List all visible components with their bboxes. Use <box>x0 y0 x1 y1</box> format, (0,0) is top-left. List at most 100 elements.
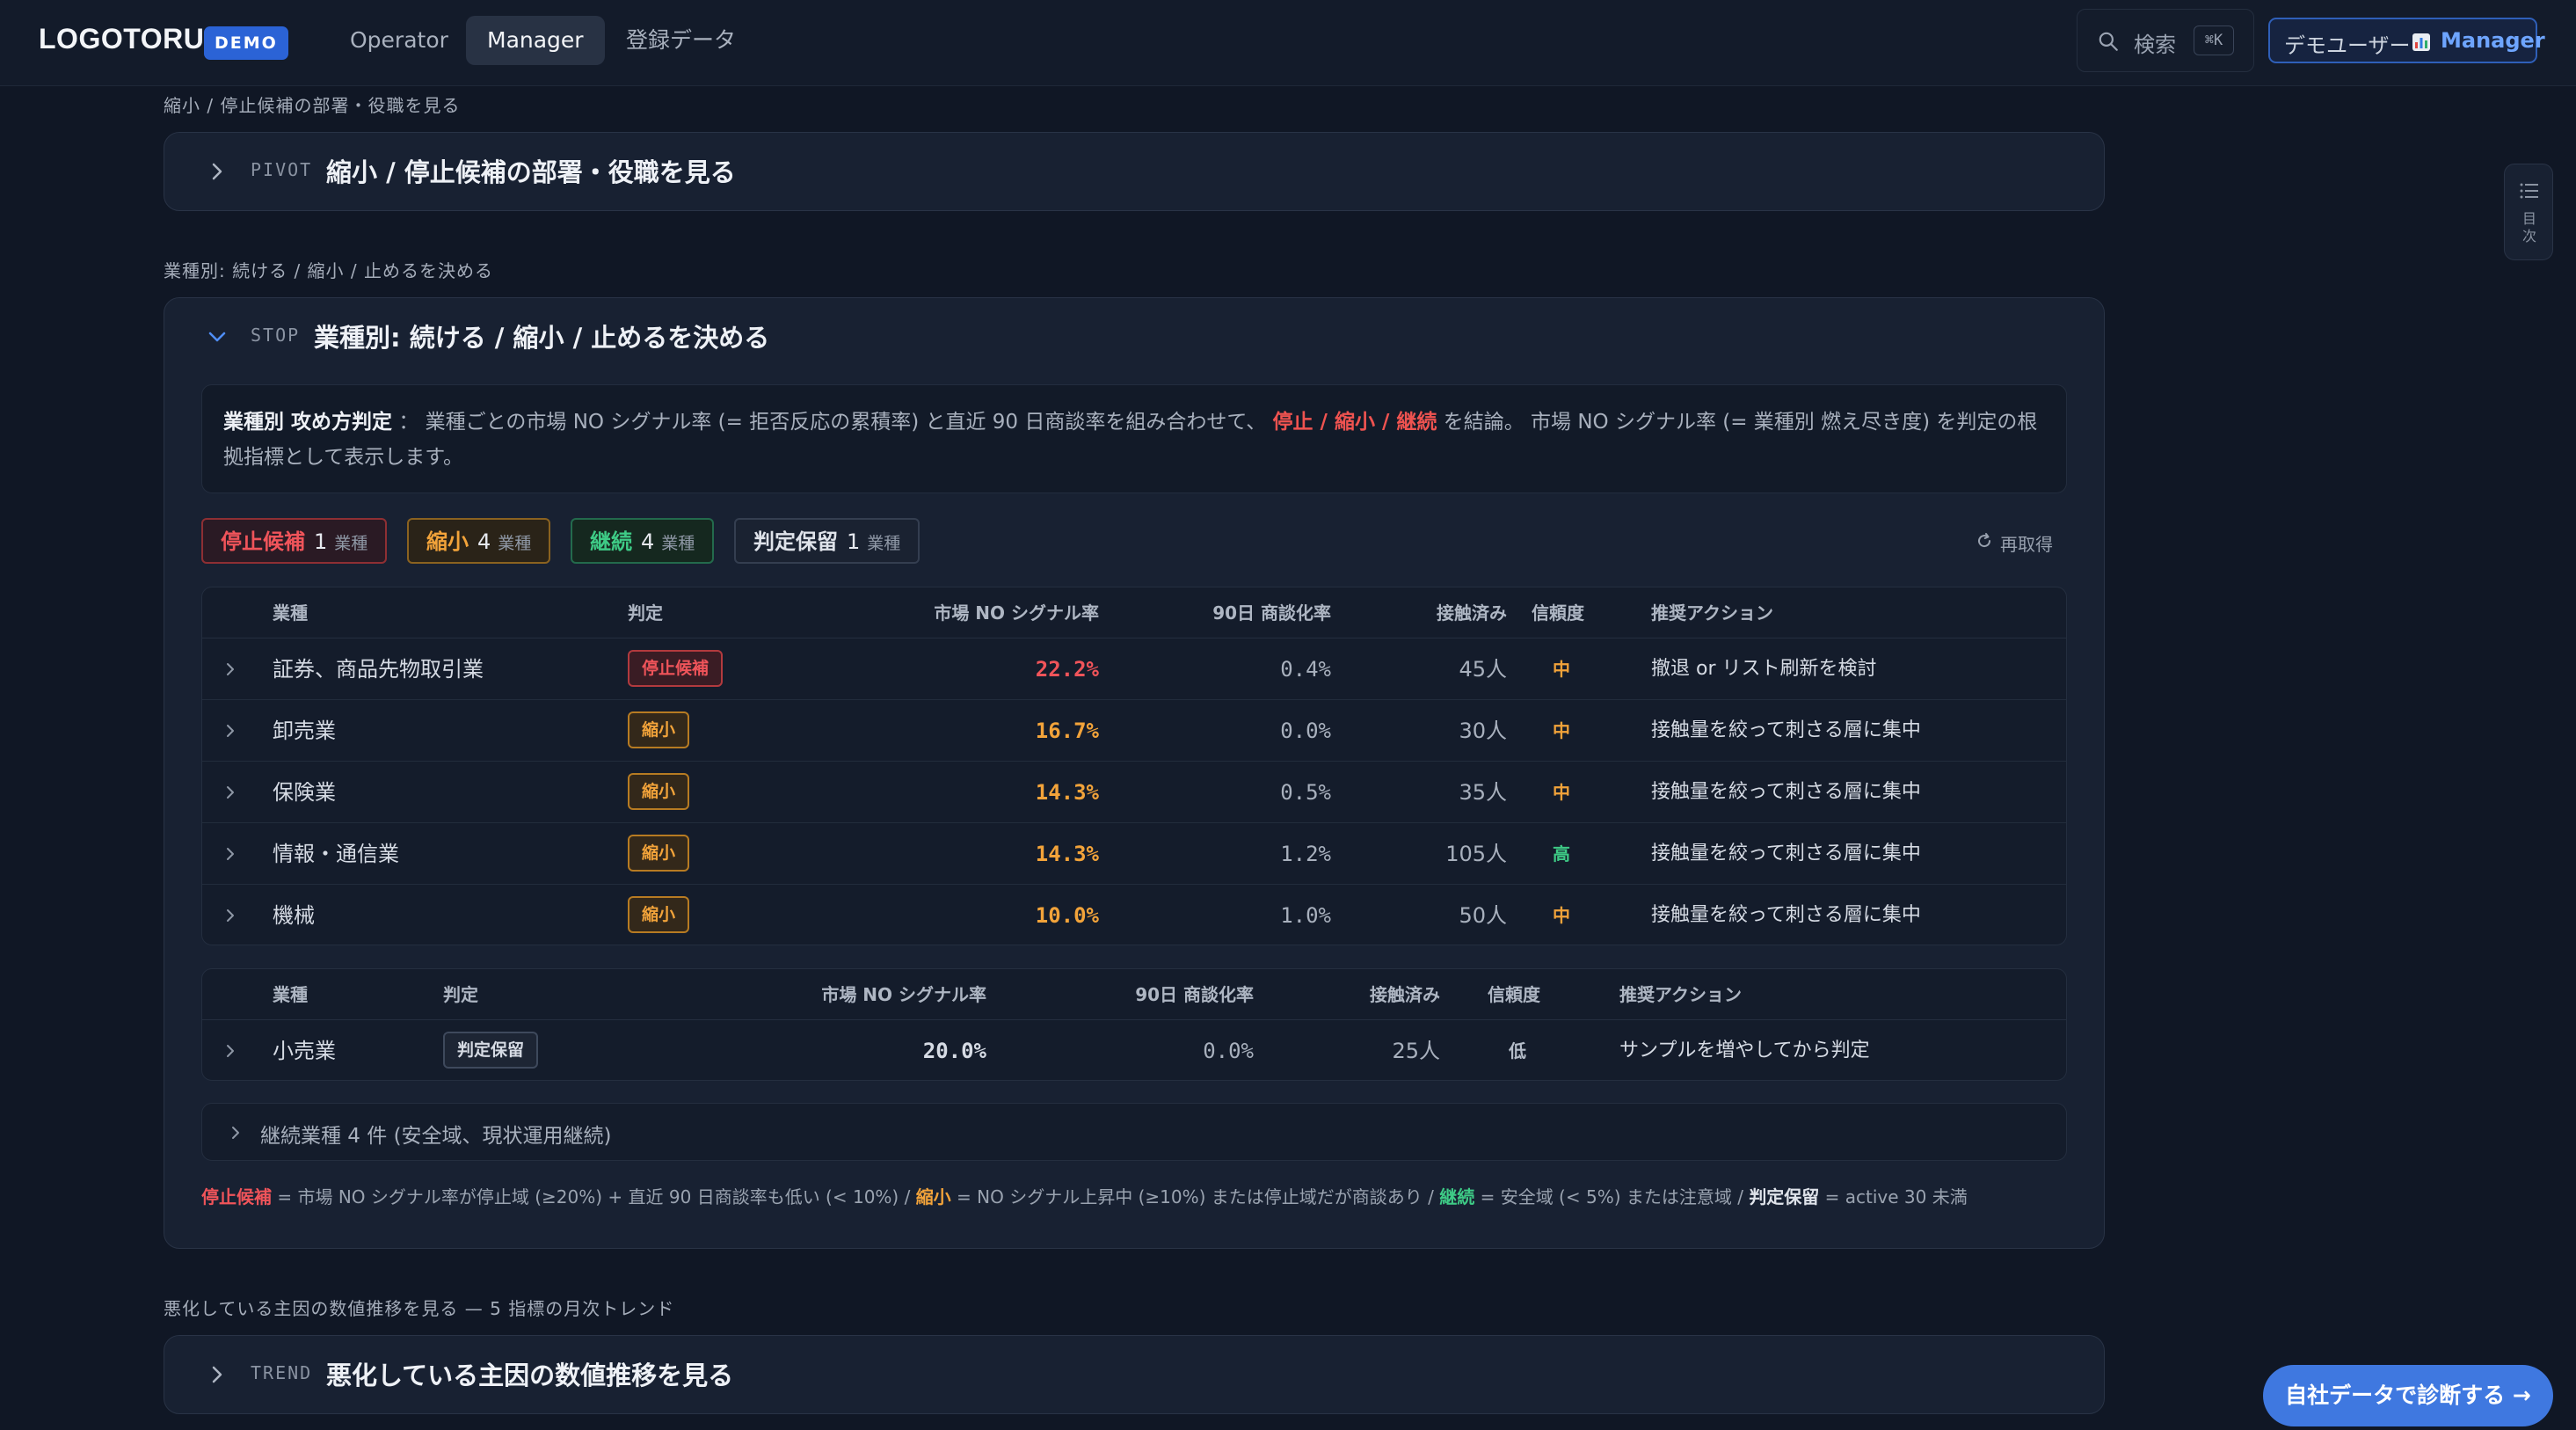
contacted: 30人 <box>1459 719 1507 743</box>
col-deal-rate[interactable]: 90日 商談化率 <box>1078 969 1254 1020</box>
chip-stop[interactable]: 停止候補 1 業種 <box>201 518 388 564</box>
deal-rate: 0.4% <box>1280 657 1331 682</box>
continue-industries-toggle[interactable]: 継続業種 4 件 (安全域、現状運用継続) <box>201 1103 2067 1161</box>
chevron-down-icon <box>208 332 226 342</box>
contacted: 105人 <box>1445 842 1507 866</box>
nav-operator[interactable]: Operator <box>329 16 469 65</box>
col-industry[interactable]: 業種 <box>273 969 308 1020</box>
continue-industries-label: 継続業種 4 件 (安全域、現状運用継続) <box>260 1125 612 1148</box>
refresh-button[interactable]: 再取得 <box>2000 530 2053 556</box>
col-action[interactable]: 推奨アクション <box>1619 969 1742 1020</box>
pivot-card: PIVOT 縮小 / 停止候補の部署・役職を見る <box>164 132 2105 211</box>
user-role: Manager <box>2441 28 2545 53</box>
legend-hold: 判定保留 <box>1749 1186 1820 1207</box>
no-rate: 14.3% <box>1035 842 1099 866</box>
col-action[interactable]: 推奨アクション <box>1651 587 1773 638</box>
table-row[interactable]: 証券、商品先物取引業 停止候補 22.2% 0.4% 45人 中 撤退 or リ… <box>202 638 2066 700</box>
verdict-badge: 縮小 <box>628 711 690 748</box>
col-no-rate[interactable]: 市場 NO シグナル率 <box>835 587 1099 638</box>
col-deal-rate[interactable]: 90日 商談化率 <box>1152 587 1331 638</box>
judgement-info: 業種別 攻め方判定 ： 業種ごとの市場 NO シグナル率 (= 拒否反応の累積率… <box>201 384 2067 493</box>
nav-registered-data[interactable]: 登録データ <box>605 16 757 65</box>
table-row[interactable]: 情報・通信業 縮小 14.3% 1.2% 105人 高 接触量を絞って刺さる層に… <box>202 823 2066 885</box>
top-bar: LOGOTORU DEMO Operator Manager 登録データ 検索 … <box>0 0 2576 86</box>
stop-title: 業種別: 続ける / 縮小 / 止めるを決める <box>314 323 770 353</box>
legend-continue: 継続 <box>1439 1186 1475 1207</box>
deal-rate: 0.5% <box>1280 780 1331 805</box>
confidence: 中 <box>1553 905 1570 926</box>
search-label: 検索 <box>2134 33 2176 57</box>
col-confidence[interactable]: 信頼度 <box>1488 969 1540 1020</box>
industry-table: 業種 判定 市場 NO シグナル率 90日 商談化率 接触済み 信頼度 推奨アク… <box>201 587 2067 945</box>
table-header: 業種 判定 市場 NO シグナル率 90日 商談化率 接触済み 信頼度 推奨アク… <box>202 587 2066 638</box>
recommended-action: 撤退 or リスト刷新を検討 <box>1651 658 1877 680</box>
deal-rate: 0.0% <box>1280 719 1331 743</box>
verdict-badge: 縮小 <box>628 896 690 933</box>
chip-shrink[interactable]: 縮小 4 業種 <box>407 518 551 564</box>
table-of-contents-button[interactable]: 目次 <box>2504 164 2553 260</box>
nav-manager[interactable]: Manager <box>466 16 605 65</box>
chevron-right-icon[interactable] <box>222 907 239 924</box>
col-industry[interactable]: 業種 <box>273 587 308 638</box>
search-shortcut: ⌘K <box>2194 26 2234 55</box>
chevron-right-icon[interactable] <box>222 784 239 801</box>
info-heading: 業種別 攻め方判定 <box>223 411 393 434</box>
trend-section-label: 悪化している主因の数値推移を見る — 5 指標の月次トレンド <box>164 1298 675 1319</box>
chip-hold-label: 判定保留 <box>753 529 838 554</box>
pivot-section-label: 縮小 / 停止候補の部署・役職を見る <box>164 95 461 116</box>
user-menu-button[interactable]: デモユーザー Manager <box>2268 18 2545 63</box>
chevron-right-icon[interactable] <box>222 845 239 863</box>
industry-name: 保険業 <box>273 780 336 805</box>
col-no-rate[interactable]: 市場 NO シグナル率 <box>730 969 986 1020</box>
col-contacted[interactable]: 接触済み <box>1398 587 1507 638</box>
search-button[interactable]: 検索 ⌘K <box>2077 9 2254 72</box>
verdict-legend: 停止候補 = 市場 NO シグナル率が停止域 (≥20%) + 直近 90 日商… <box>201 1183 1968 1208</box>
table-row[interactable]: 卸売業 縮小 16.7% 0.0% 30人 中 接触量を絞って刺さる層に集中 <box>202 700 2066 762</box>
chevron-right-icon[interactable] <box>222 722 239 740</box>
col-verdict[interactable]: 判定 <box>628 587 663 638</box>
col-confidence[interactable]: 信頼度 <box>1532 587 1584 638</box>
refresh-icon[interactable] <box>1976 532 1993 550</box>
stop-card-header[interactable]: STOP 業種別: 続ける / 縮小 / 止めるを決める <box>164 298 2104 374</box>
chevron-right-icon[interactable] <box>222 660 239 678</box>
industry-name: 機械 <box>273 903 315 928</box>
no-rate: 22.2% <box>1035 657 1099 682</box>
stop-section-label: 業種別: 続ける / 縮小 / 止めるを決める <box>164 260 494 281</box>
table-header: 業種 判定 市場 NO シグナル率 90日 商談化率 接触済み 信頼度 推奨アク… <box>202 969 2066 1020</box>
chevron-right-icon <box>212 1366 222 1383</box>
verdict-badge: 縮小 <box>628 773 690 810</box>
logo[interactable]: LOGOTORU <box>39 23 204 55</box>
recommended-action: 接触量を絞って刺さる層に集中 <box>1651 719 1921 741</box>
chip-continue[interactable]: 継続 4 業種 <box>571 518 715 564</box>
legend-stop: 停止候補 <box>201 1186 272 1207</box>
no-rate: 20.0% <box>922 1039 986 1063</box>
contacted: 50人 <box>1459 903 1507 928</box>
info-highlight: 停止 / 縮小 / 継続 <box>1272 411 1437 434</box>
hold-table: 業種 判定 市場 NO シグナル率 90日 商談化率 接触済み 信頼度 推奨アク… <box>201 968 2067 1081</box>
table-row[interactable]: 保険業 縮小 14.3% 0.5% 35人 中 接触量を絞って刺さる層に集中 <box>202 762 2066 823</box>
toc-label-text: 目次 <box>2521 210 2536 244</box>
search-icon <box>2099 32 2118 51</box>
col-contacted[interactable]: 接触済み <box>1310 969 1440 1020</box>
recommended-action: 接触量を絞って刺さる層に集中 <box>1651 843 1921 865</box>
chip-hold-count: 1 <box>847 529 861 554</box>
trend-card-header[interactable]: TREND 悪化している主因の数値推移を見る <box>164 1336 2104 1412</box>
chip-shrink-label: 縮小 <box>426 529 469 554</box>
table-row[interactable]: 小売業 判定保留 20.0% 0.0% 25人 低 サンプルを増やしてから判定 <box>202 1020 2066 1080</box>
confidence: 中 <box>1553 659 1570 680</box>
chip-hold[interactable]: 判定保留 1 業種 <box>734 518 921 564</box>
legend-shrink-desc: = NO シグナル上昇中 (≥10%) または停止域だが商談あり / <box>950 1186 1440 1207</box>
chip-continue-label: 継続 <box>590 529 632 554</box>
diagnose-cta-button[interactable]: 自社データで診断する → <box>2263 1365 2553 1426</box>
user-name: デモユーザー <box>2284 33 2411 58</box>
deal-rate: 1.0% <box>1280 903 1331 928</box>
industry-name: 卸売業 <box>273 719 336 743</box>
chevron-right-icon[interactable] <box>222 1042 239 1060</box>
no-rate: 10.0% <box>1035 903 1099 928</box>
pivot-card-header[interactable]: PIVOT 縮小 / 停止候補の部署・役職を見る <box>164 133 2104 208</box>
verdict-badge: 判定保留 <box>443 1032 539 1069</box>
col-verdict[interactable]: 判定 <box>443 969 478 1020</box>
pivot-title: 縮小 / 停止候補の部署・役職を見る <box>326 157 736 187</box>
no-rate: 14.3% <box>1035 780 1099 805</box>
table-row[interactable]: 機械 縮小 10.0% 1.0% 50人 中 接触量を絞って刺さる層に集中 <box>202 885 2066 945</box>
